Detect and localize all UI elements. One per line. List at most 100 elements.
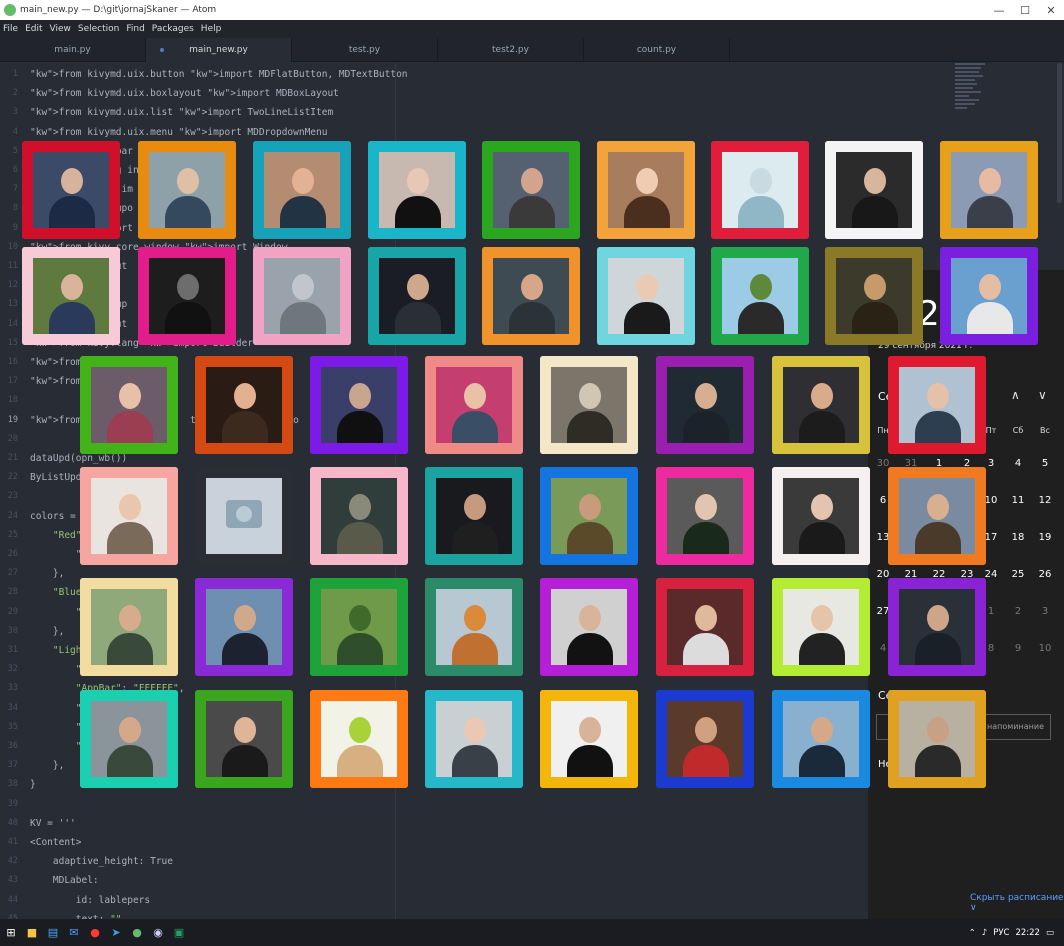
avatar-tile[interactable] (825, 141, 923, 239)
avatar-tile[interactable] (80, 467, 178, 565)
avatar-tile[interactable] (310, 356, 408, 454)
calendar-day[interactable]: 19 (1032, 532, 1058, 543)
avatar-tile[interactable] (597, 247, 695, 345)
line-number: 6 (12, 165, 18, 175)
avatar-tile[interactable] (656, 690, 754, 788)
avatar-tile[interactable] (80, 578, 178, 676)
avatar-tile[interactable] (540, 578, 638, 676)
minimize-button[interactable]: — (986, 4, 1012, 17)
avatar-tile[interactable] (540, 467, 638, 565)
calendar-day[interactable]: 26 (1032, 569, 1058, 580)
close-button[interactable]: ✕ (1038, 4, 1064, 17)
avatar-tile[interactable] (138, 247, 236, 345)
calendar-day[interactable]: 10 (1032, 643, 1058, 654)
tab-main-new-py[interactable]: main_new.py (146, 38, 292, 62)
avatar-tile[interactable] (711, 141, 809, 239)
avatar-tile[interactable] (310, 467, 408, 565)
avatar-tile[interactable] (888, 690, 986, 788)
avatar-tile[interactable] (656, 578, 754, 676)
avatar-tile[interactable] (80, 356, 178, 454)
avatar-tile[interactable] (310, 578, 408, 676)
avatar-photo (436, 367, 512, 443)
folder-icon[interactable]: ■ (22, 924, 42, 942)
avatar-tile[interactable] (195, 467, 293, 565)
volume-icon[interactable]: ♪ (982, 928, 987, 938)
calendar-prev-icon[interactable]: ∧ (1011, 388, 1020, 402)
avatar-tile[interactable] (310, 690, 408, 788)
avatar-tile[interactable] (888, 356, 986, 454)
avatar-tile[interactable] (195, 356, 293, 454)
tab-main-py[interactable]: main.py (0, 38, 146, 62)
taskbar-clock[interactable]: 22:22 (1015, 928, 1040, 938)
yandex-browser-icon[interactable]: ● (85, 924, 105, 942)
avatar-tile[interactable] (368, 247, 466, 345)
avatar-tile[interactable] (940, 141, 1038, 239)
windows-start-icon[interactable]: ⊞ (1, 924, 21, 942)
avatar-tile[interactable] (22, 141, 120, 239)
calendar-day[interactable]: 11 (1005, 495, 1031, 506)
menu-view[interactable]: View (50, 24, 71, 34)
avatar-tile[interactable] (772, 356, 870, 454)
avatar-photo (321, 589, 397, 665)
atom-icon[interactable]: ● (127, 924, 147, 942)
calendar-day[interactable]: 4 (1005, 458, 1031, 469)
tab-test2-py[interactable]: test2.py (438, 38, 584, 62)
avatar-tile[interactable] (656, 467, 754, 565)
editor-scrollbar[interactable] (1057, 63, 1062, 203)
calendar-day[interactable]: 9 (1005, 643, 1031, 654)
calendar-day[interactable]: 2 (1005, 606, 1031, 617)
store-icon[interactable]: ▤ (43, 924, 63, 942)
avatar-tile[interactable] (195, 690, 293, 788)
avatar-tile[interactable] (940, 247, 1038, 345)
avatar-tile[interactable] (656, 356, 754, 454)
network-icon[interactable]: ⌃ (969, 928, 976, 938)
menu-packages[interactable]: Packages (152, 24, 194, 34)
notifications-icon[interactable]: ▭ (1046, 928, 1054, 938)
hide-schedule-link[interactable]: Скрыть расписание ∨ (970, 893, 1064, 913)
menu-find[interactable]: Find (126, 24, 144, 34)
calendar-day[interactable]: 12 (1032, 495, 1058, 506)
avatar-tile[interactable] (482, 247, 580, 345)
minimap[interactable] (955, 63, 995, 143)
avatar-tile[interactable] (195, 578, 293, 676)
avatar-tile[interactable] (772, 467, 870, 565)
input-language[interactable]: РУС (993, 928, 1009, 938)
calendar-day[interactable]: 3 (1032, 606, 1058, 617)
menu-selection[interactable]: Selection (78, 24, 119, 34)
menu-file[interactable]: File (3, 24, 18, 34)
avatar-tile[interactable] (540, 690, 638, 788)
avatar-tile[interactable] (482, 141, 580, 239)
avatar-tile[interactable] (368, 141, 466, 239)
avatar-tile[interactable] (540, 356, 638, 454)
avatar-tile[interactable] (138, 141, 236, 239)
avatar-tile[interactable] (425, 578, 523, 676)
tab-count-py[interactable]: count.py (584, 38, 730, 62)
obs-icon[interactable]: ◉ (148, 924, 168, 942)
telegram-icon[interactable]: ➤ (106, 924, 126, 942)
avatar-tile[interactable] (711, 247, 809, 345)
avatar-tile[interactable] (825, 247, 923, 345)
menu-edit[interactable]: Edit (25, 24, 42, 34)
avatar-tile[interactable] (888, 578, 986, 676)
avatar-tile[interactable] (425, 690, 523, 788)
avatar-tile[interactable] (253, 141, 351, 239)
avatar-tile[interactable] (888, 467, 986, 565)
avatar-tile[interactable] (772, 578, 870, 676)
avatar-tile[interactable] (425, 356, 523, 454)
mail-icon[interactable]: ✉ (64, 924, 84, 942)
maximize-button[interactable]: ☐ (1012, 4, 1038, 17)
menu-help[interactable]: Help (201, 24, 222, 34)
avatar-tile[interactable] (425, 467, 523, 565)
calendar-day[interactable]: 5 (1032, 458, 1058, 469)
calendar-day[interactable]: 25 (1005, 569, 1031, 580)
excel-icon[interactable]: ▣ (169, 924, 189, 942)
calendar-next-icon[interactable]: ∨ (1038, 388, 1047, 402)
calendar-day[interactable]: 18 (1005, 532, 1031, 543)
avatar-tile[interactable] (772, 690, 870, 788)
tab-test-py[interactable]: test.py (292, 38, 438, 62)
avatar-tile[interactable] (22, 247, 120, 345)
avatar-tile[interactable] (253, 247, 351, 345)
avatar-tile[interactable] (80, 690, 178, 788)
camera-placeholder-icon (226, 500, 262, 528)
avatar-tile[interactable] (597, 141, 695, 239)
